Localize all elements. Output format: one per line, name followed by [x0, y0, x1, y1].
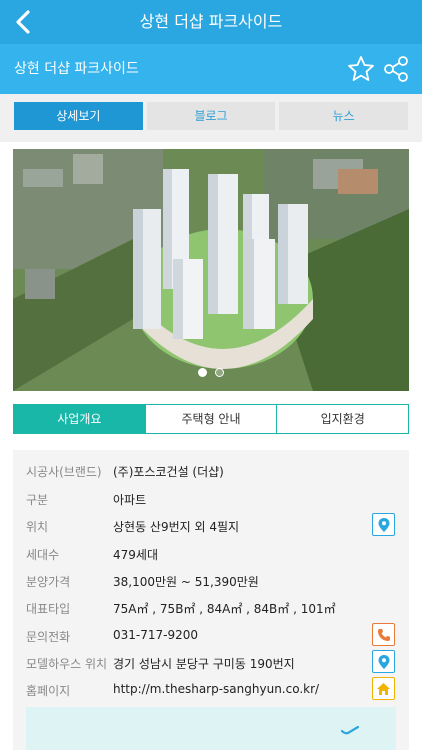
detail-label: 분양가격: [26, 575, 71, 589]
detail-value: 031-717-9200: [113, 628, 199, 642]
detail-row-unit-types: 대표타입 75A㎡ , 75B㎡ , 84A㎡ , 84B㎡ , 101㎡: [13, 595, 409, 621]
tab-news[interactable]: 뉴스: [279, 102, 409, 130]
tab-blog[interactable]: 블로그: [146, 102, 276, 130]
detail-value: 479세대: [113, 548, 158, 562]
carousel-dot[interactable]: [198, 368, 207, 377]
detail-label: 모델하우스 위치: [26, 657, 108, 671]
phone-icon[interactable]: [372, 623, 395, 646]
detail-row-price: 분양가격 38,100만원 ~ 51,390만원: [13, 568, 409, 594]
detail-row-households: 세대수 479세대: [13, 541, 409, 567]
detail-row-location: 위치 상현동 산9번지 외 4필지: [13, 513, 409, 539]
detail-label: 시공사(브랜드): [26, 465, 102, 479]
detail-row-type: 구분 아파트: [13, 486, 409, 512]
detail-value: 아파트: [113, 493, 147, 507]
detail-label: 구분: [26, 493, 49, 507]
detail-row-phone: 문의전화 031-717-9200: [13, 623, 409, 649]
check-icon: [340, 721, 360, 740]
detail-value: 75A㎡ , 75B㎡ , 84A㎡ , 84B㎡ , 101㎡: [113, 602, 336, 616]
page-title: 상현 더샵 파크사이드: [139, 12, 283, 31]
home-icon[interactable]: [372, 677, 395, 700]
detail-label: 위치: [26, 520, 49, 534]
details-panel: 시공사(브랜드) (주)포스코건설 (더샵) 구분 아파트 위치 상현동 산9번…: [13, 450, 409, 750]
segment-location[interactable]: 입지환경: [276, 405, 409, 433]
carousel-indicator: [13, 368, 409, 377]
carousel-dot[interactable]: [215, 368, 224, 377]
detail-row-builder: 시공사(브랜드) (주)포스코건설 (더샵): [13, 458, 409, 484]
homepage-link[interactable]: http://m.thesharp-sanghyun.co.kr/: [113, 682, 319, 696]
sub-header: 상현 더샵 파크사이드: [0, 44, 422, 94]
segment-housing-types[interactable]: 주택형 안내: [144, 405, 277, 433]
share-icon[interactable]: [381, 54, 411, 84]
info-card: [26, 707, 396, 750]
property-image-carousel[interactable]: [13, 149, 409, 391]
property-name: 상현 더샵 파크사이드: [14, 61, 139, 77]
detail-value: 상현동 산9번지 외 4필지: [113, 520, 240, 534]
map-pin-icon[interactable]: [372, 513, 395, 536]
map-pin-icon[interactable]: [372, 650, 395, 673]
segment-control: 사업개요 주택형 안내 입지환경: [13, 404, 409, 434]
tab-details[interactable]: 상세보기: [14, 102, 143, 130]
star-icon[interactable]: [346, 54, 376, 84]
detail-row-model-house: 모델하우스 위치 경기 성남시 분당구 구미동 190번지: [13, 650, 409, 676]
tab-bar: 상세보기 블로그 뉴스: [14, 102, 409, 130]
detail-label: 홈페이지: [26, 684, 71, 698]
detail-label: 대표타입: [26, 602, 71, 616]
detail-value: (주)포스코건설 (더샵): [113, 465, 224, 479]
detail-value: 38,100만원 ~ 51,390만원: [113, 575, 259, 589]
detail-row-homepage: 홈페이지 http://m.thesharp-sanghyun.co.kr/: [13, 677, 409, 703]
segment-overview[interactable]: 사업개요: [14, 405, 145, 433]
top-bar: 상현 더샵 파크사이드: [0, 0, 422, 44]
detail-label: 문의전화: [26, 630, 71, 644]
detail-label: 세대수: [26, 548, 60, 562]
detail-value: 경기 성남시 분당구 구미동 190번지: [113, 657, 295, 671]
